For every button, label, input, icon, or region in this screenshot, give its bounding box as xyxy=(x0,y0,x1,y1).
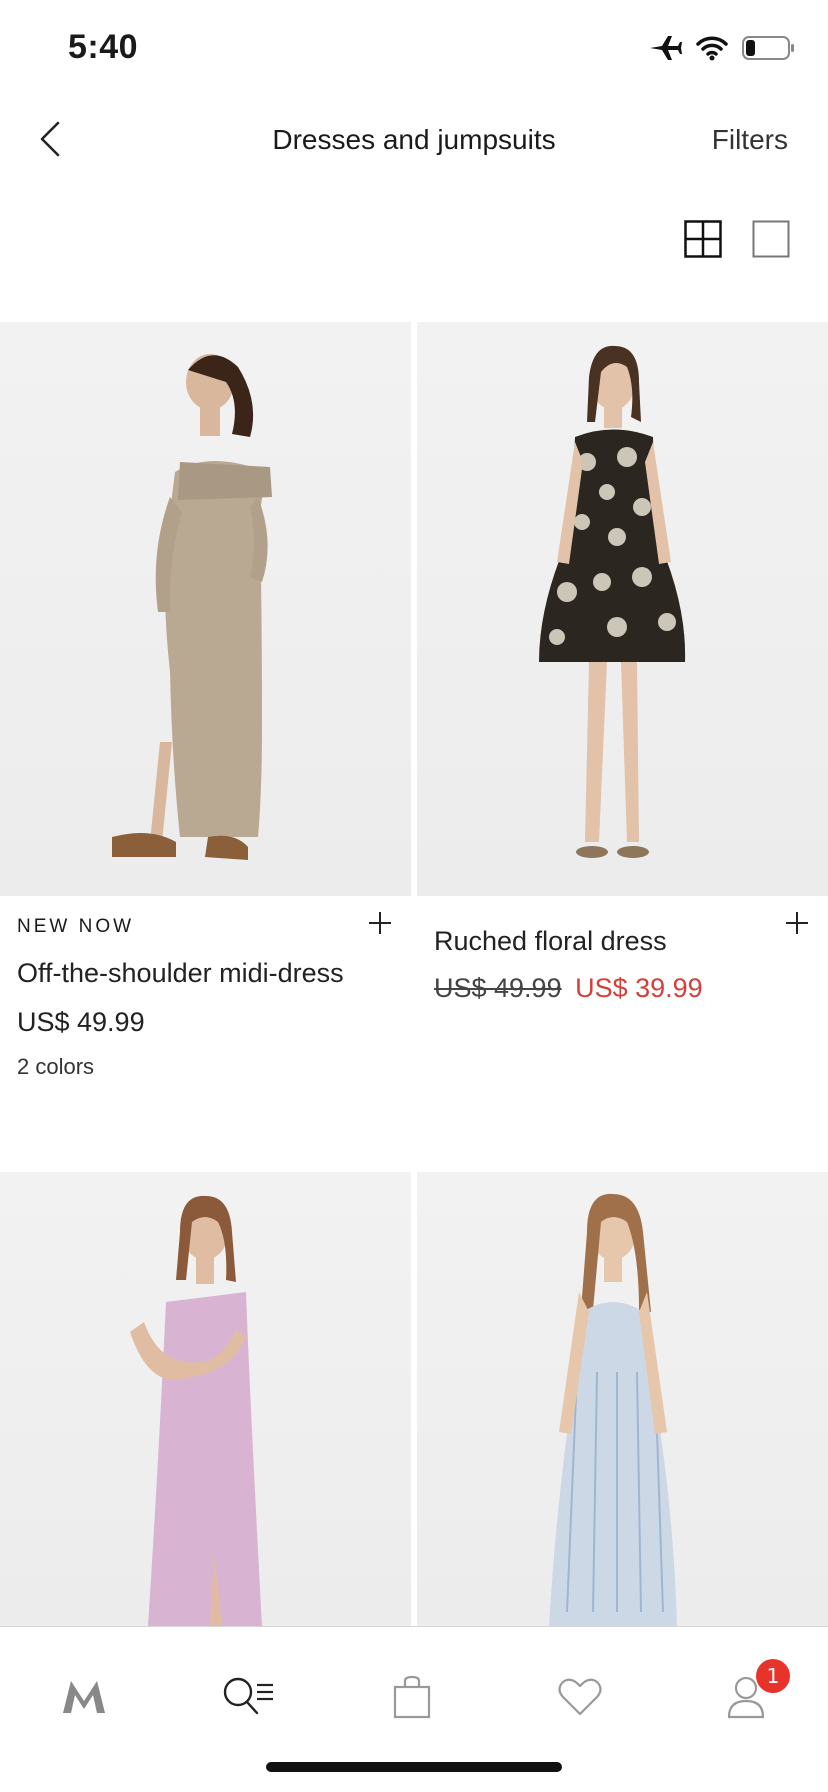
product-name[interactable]: Off-the-shoulder midi-dress xyxy=(17,958,394,989)
product-image[interactable] xyxy=(417,1172,828,1626)
product-colors: 2 colors xyxy=(17,1054,95,1079)
brand-logo-icon xyxy=(63,1681,105,1713)
header: Dresses and jumpsuits Filters xyxy=(0,100,828,180)
add-to-cart-icon[interactable] xyxy=(782,908,812,938)
page-title: Dresses and jumpsuits xyxy=(272,124,556,155)
new-badge: NEW NOW xyxy=(17,916,135,937)
product-card[interactable]: Ruched floral dress US$ 49.99 US$ 39.99 xyxy=(417,322,828,1004)
product-price: US$ 49.99 US$ 39.99 xyxy=(434,973,811,1004)
status-time: 5:40 xyxy=(68,28,139,66)
wifi-icon xyxy=(696,36,728,61)
product-card[interactable] xyxy=(0,1172,411,1626)
nav-bag[interactable] xyxy=(382,1667,442,1727)
product-card[interactable]: NEW NOW Off-the-shoulder midi-dress US$ … xyxy=(0,322,411,1080)
add-to-cart-icon[interactable] xyxy=(365,908,395,938)
product-image[interactable] xyxy=(0,1172,411,1626)
nav-home[interactable] xyxy=(54,1667,114,1727)
airplane-icon xyxy=(650,36,682,60)
bottom-nav: 1 xyxy=(0,1626,828,1792)
home-indicator xyxy=(266,1762,562,1772)
status-bar: 5:40 xyxy=(0,0,828,100)
product-price: US$ 49.99 xyxy=(17,1007,145,1037)
single-view-icon[interactable] xyxy=(752,220,790,258)
nav-search[interactable] xyxy=(218,1667,278,1727)
view-toggles xyxy=(684,220,790,258)
search-menu-icon xyxy=(223,1677,273,1715)
battery-icon xyxy=(742,36,794,60)
product-image[interactable] xyxy=(417,322,828,896)
notification-badge: 1 xyxy=(756,1659,790,1693)
grid-view-icon[interactable] xyxy=(684,220,722,258)
original-price: US$ 49.99 xyxy=(434,973,562,1003)
filters-button[interactable]: Filters xyxy=(712,124,788,156)
status-icons xyxy=(648,34,796,62)
product-image[interactable] xyxy=(0,322,411,896)
nav-wishlist[interactable] xyxy=(550,1667,610,1727)
heart-icon xyxy=(558,1678,602,1716)
sale-price: US$ 39.99 xyxy=(575,973,703,1003)
nav-account[interactable]: 1 xyxy=(716,1659,790,1727)
shopping-bag-icon xyxy=(393,1675,431,1719)
product-card[interactable] xyxy=(417,1172,828,1626)
product-name[interactable]: Ruched floral dress xyxy=(434,926,811,957)
